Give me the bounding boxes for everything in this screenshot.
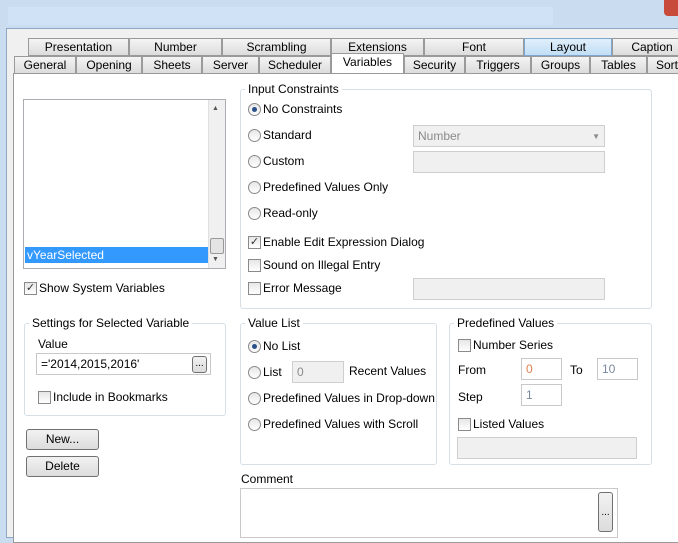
- dropdown-label: Predefined Values in Drop-down: [263, 391, 435, 405]
- sound-checkbox[interactable]: [248, 259, 261, 272]
- standard-dropdown-value: Number: [418, 129, 461, 143]
- step-label: Step: [458, 390, 483, 404]
- no-constraints-label: No Constraints: [263, 102, 343, 116]
- error-message-label: Error Message: [263, 281, 342, 295]
- comment-browse-button[interactable]: ...: [598, 492, 613, 532]
- error-message-checkbox[interactable]: [248, 282, 261, 295]
- tab-font[interactable]: Font: [424, 38, 524, 56]
- enable-edit-checkbox[interactable]: ✓: [248, 236, 261, 249]
- list-scrollbar[interactable]: ▲ ▼: [208, 100, 225, 268]
- value-browse-button[interactable]: ...: [192, 356, 207, 373]
- include-bookmarks-checkbox[interactable]: [38, 391, 51, 404]
- list-item-selected[interactable]: vYearSelected: [25, 247, 208, 263]
- read-only-label: Read-only: [263, 206, 318, 220]
- scroll-down-icon[interactable]: ▼: [212, 256, 219, 263]
- input-constraints-group: [240, 89, 652, 309]
- input-constraints-title: Input Constraints: [245, 82, 342, 96]
- value-list-title: Value List: [245, 316, 303, 330]
- standard-label: Standard: [263, 128, 312, 142]
- listed-values-label: Listed Values: [473, 417, 545, 431]
- standard-dropdown[interactable]: Number ▼: [413, 125, 605, 147]
- tab-security[interactable]: Security: [404, 56, 465, 74]
- listed-values-checkbox[interactable]: [458, 418, 471, 431]
- comment-label: Comment: [241, 472, 294, 486]
- listed-values-input[interactable]: [457, 437, 637, 459]
- comment-input[interactable]: [240, 488, 618, 538]
- tab-opening[interactable]: Opening: [76, 56, 142, 74]
- predefined-only-radio[interactable]: [248, 181, 261, 194]
- include-bookmarks-label: Include in Bookmarks: [53, 390, 168, 404]
- from-input[interactable]: 0: [521, 358, 562, 380]
- tab-tables[interactable]: Tables: [590, 56, 647, 74]
- list-radio[interactable]: [248, 366, 261, 379]
- new-button[interactable]: New...: [26, 429, 99, 450]
- custom-radio[interactable]: [248, 155, 261, 168]
- tab-caption[interactable]: Caption: [612, 38, 678, 56]
- tab-variables[interactable]: Variables: [331, 53, 404, 73]
- dropdown-radio[interactable]: [248, 392, 261, 405]
- chevron-down-icon: ▼: [592, 132, 600, 141]
- tab-general[interactable]: General: [14, 56, 76, 74]
- value-input[interactable]: ='2014,2015,2016': [36, 353, 211, 375]
- list-count-stepper[interactable]: 0: [292, 361, 344, 383]
- scroll-radio[interactable]: [248, 418, 261, 431]
- number-series-label: Number Series: [473, 338, 554, 352]
- sound-label: Sound on Illegal Entry: [263, 258, 381, 272]
- tab-sheets[interactable]: Sheets: [142, 56, 202, 74]
- scroll-thumb[interactable]: [210, 238, 224, 254]
- title-bar: [8, 7, 553, 25]
- tab-groups[interactable]: Groups: [531, 56, 590, 74]
- show-system-variables-label: Show System Variables: [39, 281, 165, 295]
- delete-button[interactable]: Delete: [26, 456, 99, 477]
- error-message-input[interactable]: [413, 278, 605, 300]
- tab-number[interactable]: Number: [129, 38, 222, 56]
- tab-sort[interactable]: Sort: [647, 56, 678, 74]
- from-label: From: [458, 363, 486, 377]
- to-label: To: [570, 363, 583, 377]
- tab-triggers[interactable]: Triggers: [465, 56, 531, 74]
- no-list-radio[interactable]: [248, 340, 261, 353]
- step-input[interactable]: 1: [521, 384, 562, 406]
- enable-edit-label: Enable Edit Expression Dialog: [263, 235, 425, 249]
- variables-list[interactable]: vYearSelected ▲ ▼: [23, 99, 226, 269]
- predefined-only-label: Predefined Values Only: [263, 180, 389, 194]
- tab-scheduler[interactable]: Scheduler: [259, 56, 331, 74]
- read-only-radio[interactable]: [248, 207, 261, 220]
- predefined-values-title: Predefined Values: [454, 316, 558, 330]
- custom-label: Custom: [263, 154, 305, 168]
- number-series-checkbox[interactable]: [458, 339, 471, 352]
- show-system-variables-checkbox[interactable]: ✓: [24, 282, 37, 295]
- to-input[interactable]: 10: [597, 358, 638, 380]
- value-label: Value: [38, 337, 68, 351]
- tab-scrambling[interactable]: Scrambling: [222, 38, 331, 56]
- tab-presentation[interactable]: Presentation: [28, 38, 129, 56]
- scroll-label: Predefined Values with Scroll: [263, 417, 419, 431]
- close-button[interactable]: [664, 0, 678, 16]
- no-list-label: No List: [263, 339, 301, 353]
- tab-layout[interactable]: Layout: [524, 38, 612, 56]
- tab-server[interactable]: Server: [202, 56, 259, 74]
- custom-input[interactable]: [413, 151, 605, 173]
- standard-radio[interactable]: [248, 129, 261, 142]
- list-count-value: 0: [297, 365, 304, 379]
- no-constraints-radio[interactable]: [248, 103, 261, 116]
- list-label: List: [263, 365, 282, 379]
- scroll-up-icon[interactable]: ▲: [212, 105, 219, 112]
- recent-values-label: Recent Values: [349, 364, 427, 378]
- settings-title: Settings for Selected Variable: [29, 316, 193, 330]
